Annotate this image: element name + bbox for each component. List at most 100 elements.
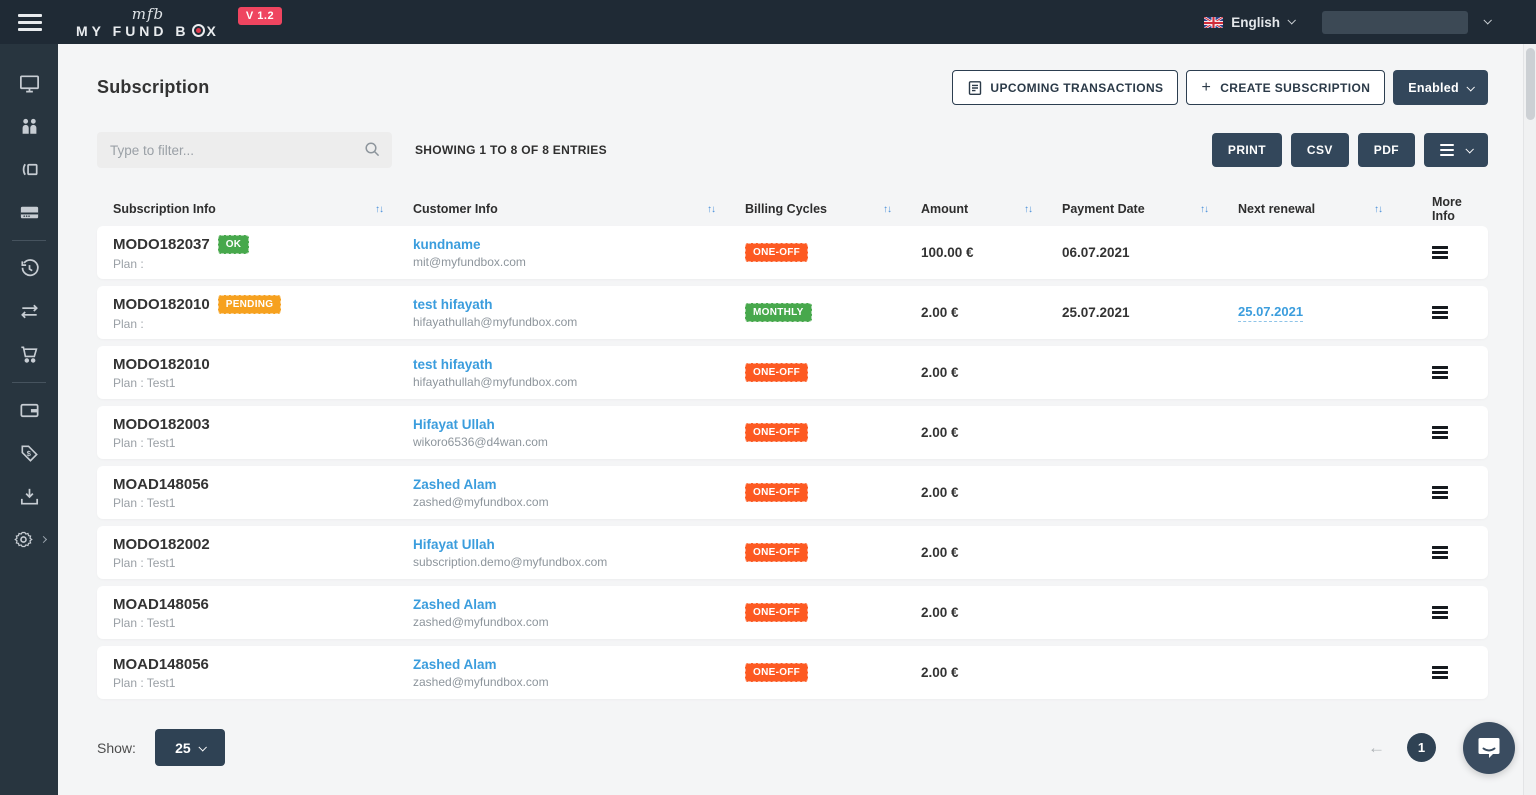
sidebar-item-mandates[interactable] [0,148,58,191]
billing-cycle-badge: ONE-OFF [745,243,808,262]
sidebar-item-history[interactable] [0,247,58,290]
scrollbar-thumb[interactable] [1526,48,1535,120]
row-actions-menu-icon[interactable] [1432,246,1488,260]
sidebar-item-pricing[interactable]: $ [0,432,58,475]
sidebar-item-imports[interactable] [0,475,58,518]
row-actions-menu-icon[interactable] [1432,486,1488,500]
row-actions-menu-icon[interactable] [1432,426,1488,440]
customer-name-link[interactable]: test hifayath [413,357,745,372]
table-row: MODO182002Plan : Test1Hifayat Ullahsubsc… [97,526,1488,579]
billing-cycle-cell: ONE-OFF [745,663,921,682]
sidebar-item-dashboard[interactable] [0,62,58,105]
more-info-cell [1412,366,1488,380]
sort-icon[interactable]: ↑↓ [1024,204,1032,215]
account-chevron-down-icon[interactable] [1483,16,1491,24]
row-actions-menu-icon[interactable] [1432,546,1488,560]
row-actions-menu-icon[interactable] [1432,606,1488,620]
sort-icon[interactable]: ↑↓ [883,204,891,215]
amount-cell: 2.00 € [921,485,1062,500]
sidebar-item-customers[interactable] [0,105,58,148]
column-header-next-renewal[interactable]: Next renewal↑↓ [1238,202,1412,216]
plan-label: Plan : Test1 [113,376,413,390]
customer-name-link[interactable]: Zashed Alam [413,597,745,612]
column-header-subscription-info[interactable]: Subscription Info↑↓ [97,202,413,216]
language-chevron-down-icon[interactable] [1287,16,1295,24]
filter-box [97,132,392,168]
subscription-info-cell: MOAD148056Plan : Test1 [97,476,413,510]
sidebar-item-orders[interactable] [0,333,58,376]
import-tray-icon [18,485,41,508]
amount-value: 2.00 € [921,425,1062,440]
sidebar-item-wallet[interactable] [0,389,58,432]
row-actions-menu-icon[interactable] [1432,366,1488,380]
app-logo[interactable]: mfb MY FUND BX [76,7,220,38]
settings-chevron-right-icon[interactable] [39,536,46,543]
customer-name-link[interactable]: Zashed Alam [413,477,745,492]
user-name-redacted[interactable] [1322,11,1468,34]
subscription-info-cell: MODO182003 Plan : Test1 [97,416,413,450]
billing-cycle-badge: ONE-OFF [745,423,808,442]
subscription-id: MODO182003 [113,416,210,433]
previous-page-arrow[interactable]: ← [1368,738,1385,758]
customer-name-link[interactable]: Hifayat Ullah [413,417,745,432]
customer-info-cell: test hifayathhifayathullah@myfundbox.com [413,357,745,389]
sort-icon[interactable]: ↑↓ [375,204,383,215]
header-actions: UPCOMING TRANSACTIONS + CREATE SUBSCRIPT… [952,70,1488,105]
customer-info-cell: Hifayat Ullahsubscription.demo@myfundbox… [413,537,745,569]
chat-widget-button[interactable] [1463,722,1515,774]
customer-name-link[interactable]: Hifayat Ullah [413,537,745,552]
row-actions-menu-icon[interactable] [1432,306,1488,320]
column-header-amount[interactable]: Amount↑↓ [921,202,1062,216]
row-actions-menu-icon[interactable] [1432,666,1488,680]
history-clock-icon [18,257,41,280]
sidebar-item-settings[interactable] [0,518,58,561]
sidebar-item-subscriptions[interactable] [0,290,58,333]
amount-value: 2.00 € [921,305,1062,320]
monitor-icon [18,72,41,95]
gear-icon [13,529,34,550]
sort-icon[interactable]: ↑↓ [707,204,715,215]
csv-button[interactable]: CSV [1291,133,1349,167]
topbar: mfb MY FUND BX V 1.2 English [0,0,1536,44]
amount-value: 2.00 € [921,545,1062,560]
column-header-customer-info[interactable]: Customer Info↑↓ [413,202,745,216]
sort-icon[interactable]: ↑↓ [1374,204,1382,215]
sidebar-item-payments[interactable] [0,191,58,234]
customer-name-link[interactable]: Zashed Alam [413,657,745,672]
subscription-info-cell: MODO182037OKPlan : [97,235,413,271]
billing-cycle-cell: ONE-OFF [745,243,921,262]
payment-date-cell: 25.07.2021 [1062,305,1238,320]
filter-input[interactable] [97,132,392,168]
table-row: MODO182003Plan : Test1Hifayat Ullahwikor… [97,406,1488,459]
amount-cell: 2.00 € [921,605,1062,620]
plan-label: Plan : [113,317,413,331]
svg-text:$: $ [26,449,31,458]
page-number-button[interactable]: 1 [1407,733,1436,762]
next-renewal-link[interactable]: 25.07.2021 [1238,304,1303,322]
customer-info-cell: Zashed Alamzashed@myfundbox.com [413,597,745,629]
enabled-filter-dropdown[interactable]: Enabled [1393,70,1488,105]
create-subscription-button[interactable]: + CREATE SUBSCRIPTION [1186,70,1385,105]
price-tag-icon: $ [18,442,41,465]
upcoming-transactions-button[interactable]: UPCOMING TRANSACTIONS [952,70,1178,105]
page-size-select[interactable]: 25 [155,729,225,766]
status-badge: PENDING [218,295,282,314]
scrollbar-track[interactable] [1523,44,1536,795]
pdf-button[interactable]: PDF [1358,133,1415,167]
column-header-payment-date[interactable]: Payment Date↑↓ [1062,202,1238,216]
print-button[interactable]: PRINT [1212,133,1282,167]
amount-value: 2.00 € [921,605,1062,620]
subscription-id: MOAD148056 [113,596,209,613]
billing-cycle-cell: ONE-OFF [745,363,921,382]
columns-menu-button[interactable] [1424,133,1488,167]
menu-toggle-icon[interactable] [18,14,42,31]
customer-name-link[interactable]: kundname [413,237,745,252]
customer-name-link[interactable]: test hifayath [413,297,745,312]
more-info-cell [1412,426,1488,440]
sort-icon[interactable]: ↑↓ [1200,204,1208,215]
table-row: MOAD148056Plan : Test1Zashed Alamzashed@… [97,466,1488,519]
amount-value: 100.00 € [921,245,1062,260]
column-header-billing-cycles[interactable]: Billing Cycles↑↓ [745,202,921,216]
plan-label: Plan : Test1 [113,436,413,450]
language-selector[interactable]: English [1231,15,1280,30]
